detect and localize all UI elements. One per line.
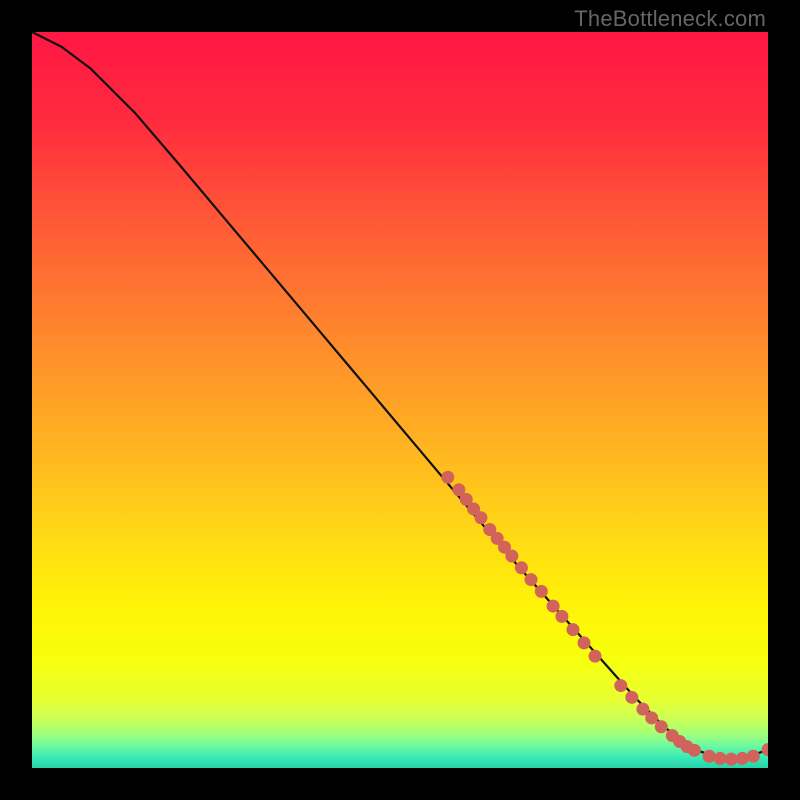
highlight-marker bbox=[736, 752, 749, 765]
highlight-marker bbox=[747, 750, 760, 763]
highlight-marker bbox=[614, 679, 627, 692]
highlight-marker bbox=[555, 610, 568, 623]
highlight-markers-group bbox=[441, 471, 768, 766]
highlight-marker bbox=[625, 691, 638, 704]
highlight-marker bbox=[589, 650, 602, 663]
highlight-marker bbox=[505, 550, 518, 563]
highlight-marker bbox=[703, 750, 716, 763]
highlight-marker bbox=[525, 573, 538, 586]
highlight-marker bbox=[655, 720, 668, 733]
highlight-marker bbox=[714, 752, 727, 765]
highlight-marker bbox=[441, 471, 454, 484]
highlight-marker bbox=[645, 711, 658, 724]
highlight-marker bbox=[578, 636, 591, 649]
highlight-marker bbox=[762, 743, 769, 756]
watermark-text: TheBottleneck.com bbox=[574, 6, 766, 32]
highlight-marker bbox=[535, 585, 548, 598]
highlight-marker bbox=[547, 600, 560, 613]
chart-stage: TheBottleneck.com bbox=[0, 0, 800, 800]
highlight-marker bbox=[725, 753, 738, 766]
highlight-marker bbox=[688, 744, 701, 757]
bottleneck-curve-line bbox=[32, 32, 768, 759]
highlight-marker bbox=[566, 623, 579, 636]
plot-area bbox=[32, 32, 768, 768]
highlight-marker bbox=[474, 511, 487, 524]
highlight-marker bbox=[515, 561, 528, 574]
curve-layer bbox=[32, 32, 768, 768]
